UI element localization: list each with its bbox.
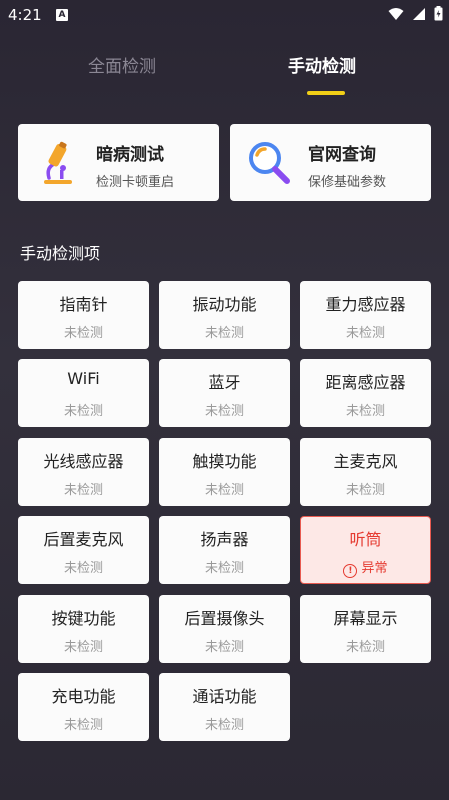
check-item-bluetooth[interactable]: 蓝牙 未检测 bbox=[159, 359, 290, 427]
feature-title: 暗病测试 bbox=[96, 145, 164, 165]
signal-icon bbox=[413, 7, 425, 20]
error-icon: ! bbox=[343, 564, 358, 578]
item-name: 充电功能 bbox=[51, 687, 116, 706]
official-query-card[interactable]: 官网查询 保修基础参数 bbox=[230, 124, 431, 201]
check-item-earpiece[interactable]: 听筒 ! 异常 bbox=[300, 516, 431, 584]
check-item-charging[interactable]: 充电功能 未检测 bbox=[18, 673, 149, 741]
feature-subtitle: 保修基础参数 bbox=[308, 175, 387, 190]
item-status: 未检测 bbox=[345, 483, 385, 498]
item-name: 振动功能 bbox=[192, 295, 257, 314]
hidden-fault-test-card[interactable]: 暗病测试 检测卡顿重启 bbox=[18, 124, 219, 201]
check-item-buttons[interactable]: 按键功能 未检测 bbox=[18, 595, 149, 663]
item-name: 屏幕显示 bbox=[333, 609, 398, 628]
item-name: 后置麦克风 bbox=[43, 530, 124, 549]
item-status: 未检测 bbox=[63, 326, 103, 341]
check-item-gravity-sensor[interactable]: 重力感应器 未检测 bbox=[300, 281, 431, 349]
item-status: 未检测 bbox=[345, 326, 385, 341]
check-item-touch[interactable]: 触摸功能 未检测 bbox=[159, 438, 290, 506]
check-item-light-sensor[interactable]: 光线感应器 未检测 bbox=[18, 438, 149, 506]
notification-a-icon: A bbox=[56, 9, 68, 21]
tab-indicator bbox=[307, 91, 345, 95]
status-bar: 4:21 A bbox=[0, 0, 449, 32]
item-status: 未检测 bbox=[204, 404, 244, 419]
check-item-compass[interactable]: 指南针 未检测 bbox=[18, 281, 149, 349]
check-item-call[interactable]: 通话功能 未检测 bbox=[159, 673, 290, 741]
item-name: 通话功能 bbox=[192, 687, 257, 706]
tab-full-check[interactable]: 全面检测 bbox=[88, 52, 156, 77]
item-status: 未检测 bbox=[345, 640, 385, 655]
feature-title: 官网查询 bbox=[308, 145, 376, 165]
item-status: 未检测 bbox=[63, 483, 103, 498]
item-name: 按键功能 bbox=[51, 609, 116, 628]
check-item-screen-display[interactable]: 屏幕显示 未检测 bbox=[300, 595, 431, 663]
item-name: 蓝牙 bbox=[208, 373, 241, 392]
item-status: 未检测 bbox=[63, 404, 103, 419]
section-title: 手动检测项 bbox=[20, 244, 101, 263]
item-status: 未检测 bbox=[63, 640, 103, 655]
item-status: 未检测 bbox=[204, 483, 244, 498]
item-name: 扬声器 bbox=[200, 530, 249, 549]
item-status: 未检测 bbox=[204, 561, 244, 576]
wifi-icon bbox=[388, 7, 404, 20]
item-status: 异常 bbox=[361, 561, 388, 576]
check-item-main-mic[interactable]: 主麦克风 未检测 bbox=[300, 438, 431, 506]
item-status: 未检测 bbox=[63, 561, 103, 576]
check-item-wifi[interactable]: WiFi 未检测 bbox=[18, 359, 149, 427]
item-status-error: ! 异常 bbox=[301, 557, 430, 578]
feature-subtitle: 检测卡顿重启 bbox=[96, 175, 175, 190]
microscope-icon bbox=[44, 141, 72, 184]
magnifier-icon bbox=[249, 142, 290, 184]
item-status: 未检测 bbox=[204, 718, 244, 733]
item-name: 后置摄像头 bbox=[184, 609, 265, 628]
tab-manual-check[interactable]: 手动检测 bbox=[288, 52, 356, 77]
status-time: 4:21 bbox=[8, 6, 42, 24]
check-item-proximity-sensor[interactable]: 距离感应器 未检测 bbox=[300, 359, 431, 427]
item-name: WiFi bbox=[67, 369, 100, 388]
item-status: 未检测 bbox=[345, 404, 385, 419]
check-item-rear-camera[interactable]: 后置摄像头 未检测 bbox=[159, 595, 290, 663]
item-name: 触摸功能 bbox=[192, 452, 257, 471]
battery-icon bbox=[434, 6, 443, 21]
check-item-vibration[interactable]: 振动功能 未检测 bbox=[159, 281, 290, 349]
item-name: 重力感应器 bbox=[325, 295, 406, 314]
check-item-rear-mic[interactable]: 后置麦克风 未检测 bbox=[18, 516, 149, 584]
item-status: 未检测 bbox=[204, 326, 244, 341]
item-name: 主麦克风 bbox=[333, 452, 398, 471]
item-name: 指南针 bbox=[59, 295, 108, 314]
item-name: 听筒 bbox=[349, 530, 382, 549]
item-status: 未检测 bbox=[63, 718, 103, 733]
item-status: 未检测 bbox=[204, 640, 244, 655]
check-item-speaker[interactable]: 扬声器 未检测 bbox=[159, 516, 290, 584]
item-name: 光线感应器 bbox=[43, 452, 124, 471]
item-name: 距离感应器 bbox=[325, 373, 406, 392]
